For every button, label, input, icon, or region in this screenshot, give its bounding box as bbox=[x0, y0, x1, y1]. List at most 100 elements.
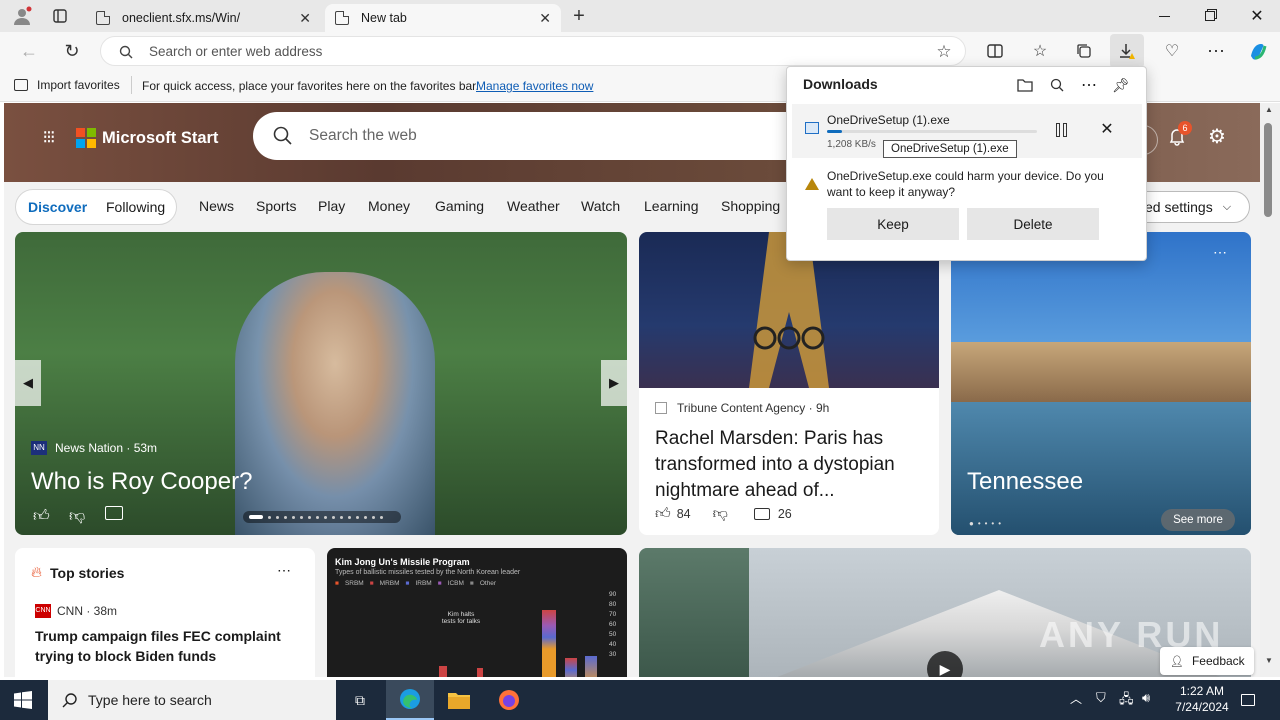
comment-icon[interactable] bbox=[105, 506, 123, 520]
web-search-box[interactable]: Search the web bbox=[253, 112, 813, 160]
add-favorite-icon[interactable]: ☆ bbox=[933, 41, 955, 63]
manage-favorites-link[interactable]: Manage favorites now bbox=[476, 79, 593, 93]
carousel-dots[interactable]: ●•••• bbox=[969, 519, 1005, 528]
more-icon[interactable]: ⋯ bbox=[1201, 36, 1231, 66]
hero-source: NN News Nation · 53m bbox=[31, 441, 157, 455]
new-tab-icon[interactable]: + bbox=[568, 5, 590, 27]
story-headline[interactable]: Trump campaign files FEC complaint tryin… bbox=[35, 626, 303, 668]
keep-button[interactable]: Keep bbox=[827, 208, 959, 240]
page-scrollbar[interactable]: ▲ ▼ bbox=[1260, 103, 1280, 677]
hero-headline[interactable]: Who is Roy Cooper? bbox=[31, 468, 252, 496]
nav-gaming[interactable]: Gaming bbox=[435, 198, 484, 214]
dislike-icon[interactable]: 👎︎ bbox=[69, 507, 85, 526]
more-options-icon[interactable]: ⋯ bbox=[1213, 244, 1227, 261]
tab-actions-icon[interactable] bbox=[50, 6, 70, 26]
nav-money[interactable]: Money bbox=[368, 198, 410, 214]
nav-watch[interactable]: Watch bbox=[581, 198, 620, 214]
nav-weather[interactable]: Weather bbox=[507, 198, 560, 214]
download-speed: 1,208 KB/s bbox=[827, 139, 876, 150]
tab-discover[interactable]: Discover bbox=[28, 199, 87, 215]
import-favorites-button[interactable]: Import favorites bbox=[14, 78, 120, 92]
like-icon[interactable]: 👍︎ bbox=[655, 505, 671, 523]
downloads-icon[interactable] bbox=[1110, 34, 1144, 68]
favorites-hint: For quick access, place your favorites h… bbox=[142, 79, 479, 93]
clock[interactable]: 1:22 AM 7/24/2024 bbox=[1168, 684, 1236, 714]
search-icon bbox=[273, 126, 293, 149]
download-item[interactable]: OneDriveSetup (1).exe 1,208 KB/s OneDriv… bbox=[792, 104, 1142, 158]
scroll-thumb[interactable] bbox=[1264, 123, 1272, 217]
download-progress-fill bbox=[827, 130, 842, 133]
volume-icon[interactable]: 🔊︎ bbox=[1142, 690, 1150, 706]
hero-card[interactable]: ◀ ▶ NN News Nation · 53m Who is Roy Coop… bbox=[15, 232, 627, 535]
split-screen-icon[interactable] bbox=[980, 36, 1010, 66]
clock-time: 1:22 AM bbox=[1179, 684, 1225, 698]
top-stories-card: 🔥︎ Top stories ⋯ CNN CNN · 38m Trump cam… bbox=[15, 548, 315, 677]
more-options-icon[interactable]: ⋯ bbox=[1079, 75, 1099, 95]
collections-icon[interactable] bbox=[1069, 36, 1099, 66]
nav-news[interactable]: News bbox=[199, 198, 234, 214]
tab-following[interactable]: Following bbox=[106, 199, 165, 215]
profile-icon[interactable] bbox=[10, 5, 34, 27]
ms-start-logo[interactable]: Microsoft Start bbox=[76, 128, 218, 148]
weather-destination-card[interactable]: ⋯ Tennessee ●•••• See more bbox=[951, 232, 1251, 535]
open-folder-icon[interactable] bbox=[1015, 75, 1035, 95]
task-view-icon[interactable]: ⧉ bbox=[348, 690, 372, 710]
chart-bar bbox=[565, 658, 577, 677]
notification-center-icon[interactable] bbox=[1238, 690, 1258, 710]
y-tick: 80 bbox=[609, 601, 617, 608]
like-icon[interactable]: 👍︎ bbox=[33, 507, 50, 526]
minimize-icon[interactable] bbox=[1152, 6, 1176, 26]
carousel-dots[interactable] bbox=[243, 511, 401, 523]
taskbar-search[interactable]: Type here to search bbox=[48, 680, 336, 720]
carousel-prev-icon[interactable]: ◀ bbox=[15, 360, 41, 406]
close-tab-icon[interactable]: ✕ bbox=[299, 10, 311, 27]
import-icon bbox=[14, 79, 28, 91]
edge-taskbar-icon[interactable] bbox=[386, 680, 434, 720]
copilot-icon[interactable] bbox=[1243, 36, 1273, 66]
address-bar[interactable]: Search or enter web address ☆ bbox=[100, 36, 966, 66]
article-card[interactable]: Tribune Content Agency · 9h Rachel Marsd… bbox=[639, 232, 939, 535]
browser-essentials-icon[interactable]: ♡ bbox=[1157, 36, 1187, 66]
notifications-icon[interactable]: 6 bbox=[1166, 121, 1192, 147]
nav-learning[interactable]: Learning bbox=[644, 198, 699, 214]
tab-oneclient[interactable]: oneclient.sfx.ms/Win/ ✕ bbox=[86, 4, 321, 32]
search-downloads-icon[interactable] bbox=[1047, 75, 1067, 95]
windows-start-icon[interactable] bbox=[12, 690, 34, 710]
missile-chart-card[interactable]: Kim Jong Un's Missile Program Types of b… bbox=[327, 548, 627, 677]
comment-icon[interactable] bbox=[753, 508, 770, 520]
nav-shopping[interactable]: Shopping bbox=[721, 198, 780, 214]
settings-gear-icon[interactable]: ⚙ bbox=[1206, 125, 1228, 148]
favorites-icon[interactable]: ☆ bbox=[1025, 36, 1055, 66]
story-source: CNN CNN · 38m bbox=[35, 604, 118, 618]
exe-file-icon bbox=[805, 122, 819, 134]
nav-sports[interactable]: Sports bbox=[256, 198, 296, 214]
download-file-name: OneDriveSetup (1).exe bbox=[827, 113, 950, 127]
feedback-button[interactable]: 👤︎ Feedback bbox=[1160, 647, 1254, 675]
tab-new-tab[interactable]: New tab ✕ bbox=[325, 4, 561, 32]
carousel-next-icon[interactable]: ▶ bbox=[601, 360, 627, 406]
delete-button[interactable]: Delete bbox=[967, 208, 1099, 240]
divider bbox=[131, 76, 132, 94]
y-tick: 70 bbox=[609, 611, 617, 618]
network-icon[interactable]: 🖧︎ bbox=[1119, 690, 1134, 712]
security-icon[interactable]: ⛉ bbox=[1096, 690, 1106, 706]
pin-icon[interactable]: 📌︎ bbox=[1111, 75, 1131, 95]
pause-icon[interactable] bbox=[1050, 119, 1072, 141]
dislike-icon[interactable]: 👎︎ bbox=[713, 505, 728, 523]
back-icon[interactable]: ← bbox=[14, 36, 44, 66]
nav-play[interactable]: Play bbox=[318, 198, 345, 214]
cancel-download-icon[interactable]: ✕ bbox=[1096, 118, 1118, 140]
see-more-button[interactable]: See more bbox=[1161, 509, 1235, 531]
refresh-icon[interactable]: ↻ bbox=[57, 36, 87, 66]
scroll-down-icon[interactable]: ▼ bbox=[1265, 656, 1273, 665]
more-options-icon[interactable]: ⋯ bbox=[277, 562, 291, 579]
close-tab-icon[interactable]: ✕ bbox=[539, 10, 551, 27]
close-window-icon[interactable]: ✕ bbox=[1245, 6, 1269, 26]
article-headline[interactable]: Rachel Marsden: Paris has transformed in… bbox=[655, 426, 931, 504]
firefox-icon[interactable] bbox=[496, 688, 522, 712]
apps-launcher-icon[interactable]: ⁝⁝⁝ bbox=[38, 127, 58, 147]
restore-icon[interactable] bbox=[1198, 6, 1222, 26]
file-explorer-icon[interactable] bbox=[446, 688, 472, 712]
show-hidden-icons[interactable]: ︿ bbox=[1070, 690, 1082, 707]
scroll-up-icon[interactable]: ▲ bbox=[1265, 105, 1273, 114]
